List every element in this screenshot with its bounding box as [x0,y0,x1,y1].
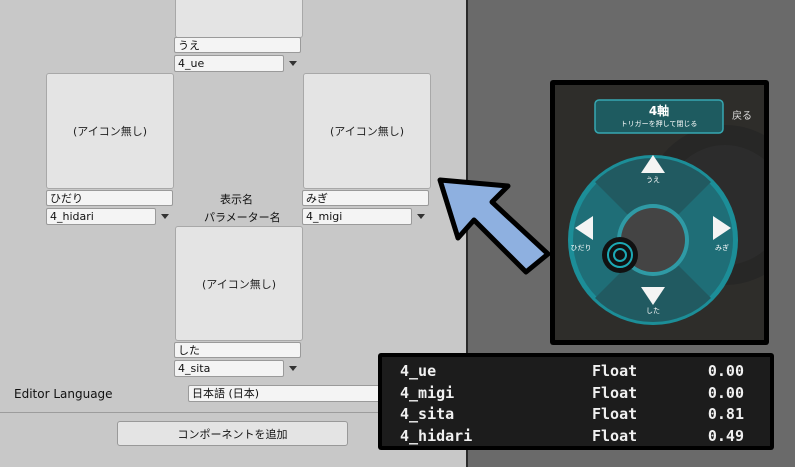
param-dropdown-up[interactable]: 4_ue [174,55,284,72]
radial-subtitle: トリガーを押して閉じる [620,120,698,128]
param-dropdown-right[interactable]: 4_migi [302,208,412,225]
chevron-down-icon[interactable] [289,61,297,66]
table-param-value: 0.81 [707,405,744,423]
table-param-type: Float [592,362,638,380]
table-param-value: 0.00 [707,383,744,402]
table-param-value: 0.00 [707,362,744,380]
table-param-value: 0.49 [707,426,744,445]
radial-label-down: した [646,307,660,315]
name-field-left[interactable]: ひだり [46,190,173,206]
radial-title: 4軸 [648,104,670,118]
chevron-down-icon[interactable] [161,214,169,219]
display-name-label: 表示名 [220,193,253,206]
add-component-button[interactable]: コンポーネントを追加 [117,421,348,446]
back-button[interactable]: 戻る [732,107,752,122]
icon-slot-down[interactable]: (アイコン無し) [175,226,303,341]
table-param-name: 4_migi [400,383,455,402]
chevron-down-icon[interactable] [289,366,297,371]
icon-slot-right[interactable]: (アイコン無し) [303,73,431,189]
no-icon-label: (アイコン無し) [329,125,405,138]
table-param-type: Float [592,405,638,423]
editor-language-label: Editor Language [14,387,113,401]
name-field-down[interactable]: した [174,342,301,358]
pointer-arrow-icon [437,177,551,275]
editor-language-dropdown[interactable]: 日本語 (日本) [188,385,388,402]
icon-slot-up[interactable] [175,0,303,38]
table-param-name: 4_ue [400,362,437,380]
no-icon-label: (アイコン無し) [72,125,148,138]
parameter-values-table: 4_ue Float 0.00 4_migi Float 0.00 4_sita Float 0… [378,353,774,450]
param-dropdown-down[interactable]: 4_sita [174,360,284,377]
radial-label-left: ひだり [570,244,592,252]
icon-slot-left[interactable]: (アイコン無し) [46,73,174,189]
name-field-up[interactable]: うえ [174,37,301,53]
radial-label-up: うえ [646,176,660,184]
no-icon-label: (アイコン無し) [201,277,277,291]
table-param-type: Float [592,383,638,402]
table-param-name: 4_sita [400,405,455,423]
radial-label-right: みぎ [715,244,729,252]
name-field-right[interactable]: みぎ [302,190,429,206]
chevron-down-icon[interactable] [417,214,425,219]
table-param-type: Float [592,426,638,445]
param-dropdown-left[interactable]: 4_hidari [46,208,156,225]
table-param-name: 4_hidari [400,426,473,445]
parameter-name-label: パラメーター名 [204,211,281,224]
radial-menu-preview: 4軸 トリガーを押して閉じる 戻る うえ ひだり みぎ した [550,80,769,345]
